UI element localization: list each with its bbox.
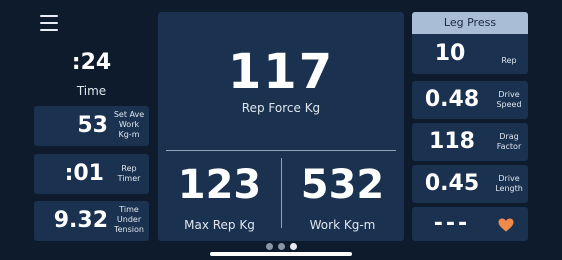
caption-line: Length	[495, 184, 523, 193]
time-under-tension-value: 9.32	[53, 208, 108, 233]
menu-line	[40, 15, 58, 17]
caption-line: Drag	[499, 132, 519, 141]
caption-line: Rep	[501, 56, 517, 65]
drag-factor-value: 118	[429, 129, 475, 154]
rep-force-label: Rep Force Kg	[241, 101, 321, 115]
work-label: Work Kg-m	[309, 218, 376, 232]
heart-rate-value: ---	[433, 211, 471, 236]
set-ave-work-value: 53	[77, 113, 108, 138]
caption-line: Timer	[117, 174, 141, 183]
exercise-title[interactable]: Leg Press	[412, 12, 528, 34]
heart-icon	[498, 218, 514, 232]
divider	[166, 150, 396, 151]
drive-length-card: 0.45 Drive Length	[412, 165, 528, 203]
caption-line: Speed	[496, 100, 522, 109]
work-value: 532	[300, 162, 385, 208]
caption-line: Drive	[498, 90, 520, 99]
drag-factor-card: 118 Drag Factor	[412, 123, 528, 161]
drive-speed-value: 0.48	[424, 87, 480, 112]
rep-timer-caption: Rep Timer	[112, 164, 146, 184]
time-under-tension-card: 9.32 Time Under Tension	[34, 201, 149, 241]
rep-force-value: 117	[227, 44, 335, 100]
page-dot-1[interactable]	[266, 243, 273, 250]
drive-speed-caption: Drive Speed	[494, 90, 524, 110]
set-ave-work-card: 53 Set Ave Work Kg-m	[34, 106, 149, 146]
set-ave-work-caption: Set Ave Work Kg-m	[112, 110, 146, 140]
caption-line: Set Ave	[113, 110, 145, 119]
drag-factor-caption: Drag Factor	[494, 132, 524, 152]
caption-line: Rep	[121, 164, 137, 173]
caption-line: Under	[116, 215, 142, 224]
rep-count-value: 10	[434, 41, 466, 66]
rep-count-caption: Rep	[494, 56, 524, 66]
menu-line	[40, 29, 58, 31]
home-indicator[interactable]	[210, 252, 352, 256]
rep-timer-card: :01 Rep Timer	[34, 154, 149, 194]
max-rep-label: Max Rep Kg	[184, 218, 255, 232]
max-rep-value: 123	[177, 162, 262, 208]
time-label: Time	[76, 84, 107, 98]
menu-line	[40, 22, 58, 24]
drive-length-value: 0.45	[424, 171, 480, 196]
page-dot-3[interactable]	[290, 243, 297, 250]
caption-line: Factor	[496, 142, 522, 151]
caption-line: Tension	[114, 225, 144, 234]
page-dot-2[interactable]	[278, 243, 285, 250]
rep-count-card: 10 Rep	[412, 34, 528, 74]
caption-line: Time	[119, 205, 139, 214]
caption-line: Drive	[498, 174, 520, 183]
drive-length-caption: Drive Length	[494, 174, 524, 194]
time-under-tension-caption: Time Under Tension	[112, 205, 146, 235]
rep-timer-value: :01	[64, 161, 104, 186]
heart-rate-card: ---	[412, 207, 528, 241]
drive-speed-card: 0.48 Drive Speed	[412, 81, 528, 119]
main-metrics-panel: 117 Rep Force Kg 123 Max Rep Kg 532 Work…	[158, 12, 404, 241]
hamburger-menu-icon[interactable]	[40, 15, 58, 31]
time-value: :24	[71, 50, 112, 75]
caption-line: Kg-m	[118, 130, 140, 139]
caption-line: Work	[118, 120, 140, 129]
